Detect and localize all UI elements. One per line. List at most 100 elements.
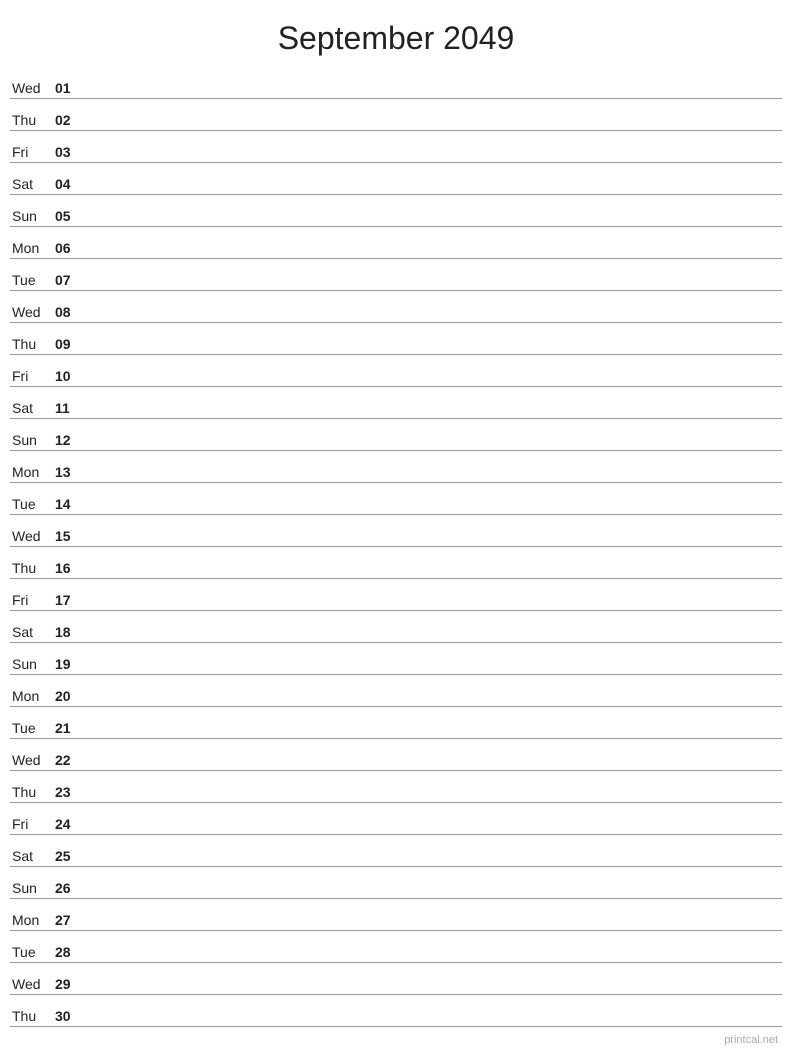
day-line — [85, 543, 782, 544]
day-name: Sun — [10, 656, 55, 672]
day-name: Thu — [10, 560, 55, 576]
day-number: 09 — [55, 336, 85, 352]
day-name: Mon — [10, 240, 55, 256]
day-number: 11 — [55, 400, 85, 416]
day-name: Thu — [10, 336, 55, 352]
day-line — [85, 95, 782, 96]
day-name: Sun — [10, 208, 55, 224]
day-name: Tue — [10, 272, 55, 288]
day-name: Fri — [10, 368, 55, 384]
calendar-row: Wed08 — [10, 291, 782, 323]
day-line — [85, 159, 782, 160]
day-number: 27 — [55, 912, 85, 928]
day-number: 07 — [55, 272, 85, 288]
calendar-row: Wed01 — [10, 67, 782, 99]
watermark: printcal.net — [724, 1034, 778, 1046]
day-line — [85, 639, 782, 640]
day-number: 15 — [55, 528, 85, 544]
day-number: 25 — [55, 848, 85, 864]
day-line — [85, 511, 782, 512]
day-line — [85, 703, 782, 704]
day-name: Sat — [10, 624, 55, 640]
calendar-row: Mon06 — [10, 227, 782, 259]
calendar-row: Fri24 — [10, 803, 782, 835]
day-line — [85, 351, 782, 352]
day-name: Sat — [10, 848, 55, 864]
day-name: Sun — [10, 880, 55, 896]
day-line — [85, 415, 782, 416]
day-number: 24 — [55, 816, 85, 832]
calendar-row: Sun26 — [10, 867, 782, 899]
day-line — [85, 447, 782, 448]
day-line — [85, 831, 782, 832]
day-number: 20 — [55, 688, 85, 704]
day-name: Thu — [10, 1008, 55, 1024]
day-name: Sat — [10, 400, 55, 416]
day-number: 23 — [55, 784, 85, 800]
day-line — [85, 671, 782, 672]
calendar-row: Wed15 — [10, 515, 782, 547]
day-name: Wed — [10, 976, 55, 992]
day-name: Sat — [10, 176, 55, 192]
day-name: Mon — [10, 912, 55, 928]
day-line — [85, 767, 782, 768]
calendar-list: Wed01Thu02Fri03Sat04Sun05Mon06Tue07Wed08… — [0, 67, 792, 1027]
day-number: 19 — [55, 656, 85, 672]
day-name: Tue — [10, 720, 55, 736]
calendar-row: Mon13 — [10, 451, 782, 483]
day-number: 29 — [55, 976, 85, 992]
day-name: Mon — [10, 688, 55, 704]
day-number: 22 — [55, 752, 85, 768]
day-line — [85, 735, 782, 736]
day-line — [85, 127, 782, 128]
calendar-row: Sat18 — [10, 611, 782, 643]
day-line — [85, 863, 782, 864]
calendar-row: Fri17 — [10, 579, 782, 611]
calendar-row: Mon27 — [10, 899, 782, 931]
day-name: Fri — [10, 592, 55, 608]
day-number: 01 — [55, 80, 85, 96]
day-number: 08 — [55, 304, 85, 320]
day-line — [85, 255, 782, 256]
day-number: 03 — [55, 144, 85, 160]
calendar-row: Sun19 — [10, 643, 782, 675]
day-number: 30 — [55, 1008, 85, 1024]
day-name: Fri — [10, 816, 55, 832]
day-name: Tue — [10, 944, 55, 960]
day-line — [85, 575, 782, 576]
day-number: 04 — [55, 176, 85, 192]
day-number: 10 — [55, 368, 85, 384]
day-line — [85, 383, 782, 384]
calendar-row: Wed29 — [10, 963, 782, 995]
calendar-row: Sat11 — [10, 387, 782, 419]
calendar-row: Tue28 — [10, 931, 782, 963]
calendar-row: Wed22 — [10, 739, 782, 771]
day-line — [85, 927, 782, 928]
day-number: 21 — [55, 720, 85, 736]
calendar-row: Fri10 — [10, 355, 782, 387]
calendar-row: Tue21 — [10, 707, 782, 739]
day-number: 16 — [55, 560, 85, 576]
calendar-row: Tue14 — [10, 483, 782, 515]
day-line — [85, 959, 782, 960]
day-line — [85, 991, 782, 992]
day-name: Wed — [10, 752, 55, 768]
calendar-row: Tue07 — [10, 259, 782, 291]
day-name: Thu — [10, 112, 55, 128]
day-name: Tue — [10, 496, 55, 512]
day-name: Sun — [10, 432, 55, 448]
day-name: Wed — [10, 304, 55, 320]
page-title: September 2049 — [0, 0, 792, 67]
day-line — [85, 1023, 782, 1024]
day-number: 06 — [55, 240, 85, 256]
calendar-row: Thu30 — [10, 995, 782, 1027]
day-line — [85, 223, 782, 224]
calendar-row: Sat25 — [10, 835, 782, 867]
day-line — [85, 607, 782, 608]
day-number: 12 — [55, 432, 85, 448]
day-name: Fri — [10, 144, 55, 160]
day-number: 28 — [55, 944, 85, 960]
calendar-row: Mon20 — [10, 675, 782, 707]
day-line — [85, 799, 782, 800]
day-number: 02 — [55, 112, 85, 128]
